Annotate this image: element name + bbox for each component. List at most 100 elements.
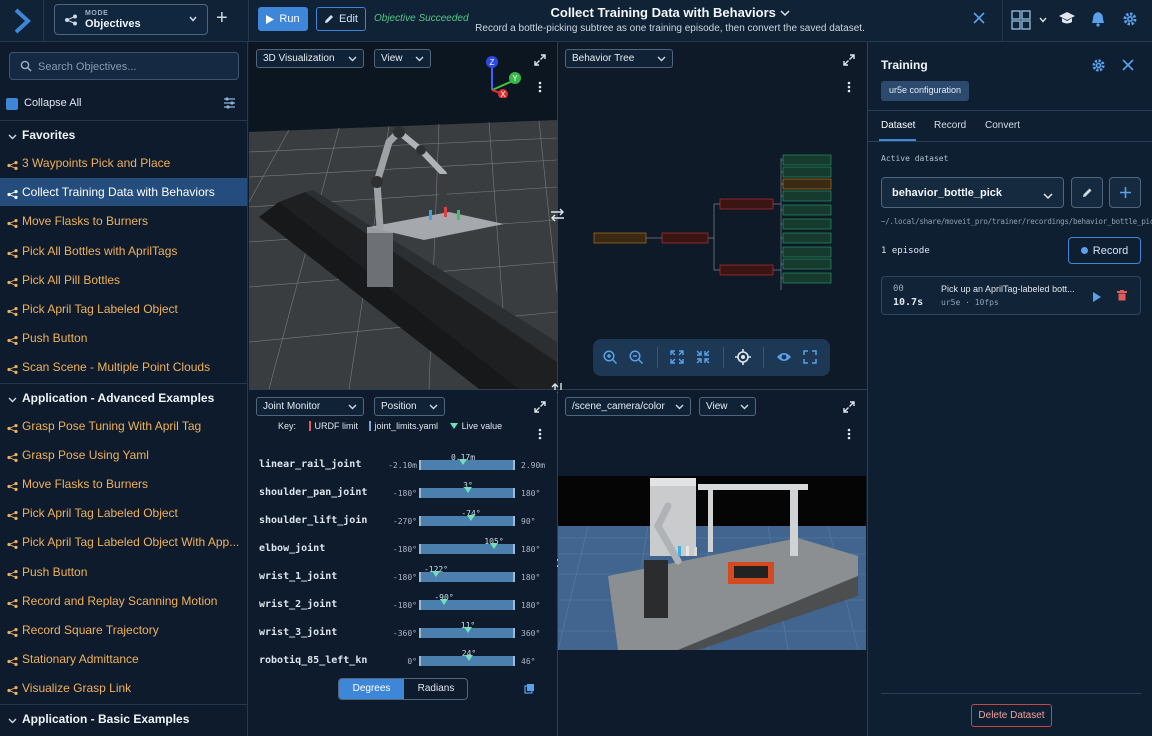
objective-item[interactable]: Move Flasks to Burners bbox=[0, 207, 247, 235]
objective-item[interactable]: Grasp Pose Tuning With April Tag bbox=[0, 412, 247, 440]
record-button[interactable]: Record bbox=[1068, 237, 1141, 264]
graduation-cap-icon[interactable] bbox=[1058, 11, 1076, 30]
behavior-tree-graph[interactable] bbox=[588, 152, 838, 292]
joint-row: robotiq_85_left_knu... 0°24° 46° bbox=[249, 649, 557, 670]
episode-row[interactable]: 00 10.7s Pick up an AprilTag-labeled bot… bbox=[881, 276, 1141, 315]
objective-item[interactable]: Stationary Admittance bbox=[0, 645, 247, 673]
objective-item[interactable]: 3 Waypoints Pick and Place bbox=[0, 149, 247, 177]
view-select[interactable]: View bbox=[374, 49, 431, 68]
app-logo[interactable] bbox=[0, 0, 44, 42]
objective-item[interactable]: Record and Replay Scanning Motion bbox=[0, 587, 247, 615]
objective-item[interactable]: Collect Training Data with Behaviors bbox=[0, 178, 247, 207]
objective-item-label: Push Button bbox=[22, 331, 88, 346]
tab-convert[interactable]: Convert bbox=[985, 120, 1020, 131]
degrees-button[interactable]: Degrees bbox=[339, 679, 404, 699]
rename-dataset-button[interactable] bbox=[1071, 177, 1103, 208]
close-icon[interactable] bbox=[972, 11, 986, 28]
collapse-arrows-icon[interactable] bbox=[696, 350, 710, 367]
objective-item[interactable]: Push Button bbox=[0, 324, 247, 352]
objective-item-label: Scan Scene - Multiple Point Clouds bbox=[22, 360, 211, 375]
expand-arrows-icon[interactable] bbox=[670, 350, 684, 367]
joint-name: elbow_joint bbox=[259, 543, 326, 554]
joint-row: elbow_joint -180° 105° 180° bbox=[249, 537, 557, 558]
camera-view-select[interactable]: View bbox=[699, 397, 756, 416]
chevron-down-icon[interactable] bbox=[1038, 14, 1048, 28]
expand-icon[interactable] bbox=[843, 54, 855, 69]
chevron-down-icon bbox=[415, 55, 424, 66]
delete-dataset-button[interactable]: Delete Dataset bbox=[971, 704, 1052, 727]
swap-horizontal-icon[interactable] bbox=[550, 208, 565, 225]
section-header[interactable]: Favorites bbox=[0, 120, 247, 148]
dataset-select[interactable]: behavior_bottle_pick bbox=[881, 177, 1064, 208]
tab-record[interactable]: Record bbox=[934, 120, 966, 131]
checkbox[interactable] bbox=[6, 98, 18, 110]
eye-icon[interactable] bbox=[776, 351, 792, 366]
collapse-all-toggle[interactable]: Collapse All bbox=[6, 96, 242, 112]
zoom-out-icon[interactable] bbox=[629, 350, 644, 368]
objective-item-label: Pick April Tag Labeled Object bbox=[22, 302, 178, 316]
mode-selector[interactable]: MODE Objectives bbox=[54, 4, 208, 35]
objective-item[interactable]: Pick All Pill Bottles bbox=[0, 266, 247, 294]
expand-icon[interactable] bbox=[534, 54, 546, 69]
chevron-down-icon bbox=[188, 13, 198, 27]
divider bbox=[248, 0, 249, 42]
objective-item[interactable]: Pick All Bottles with AprilTags bbox=[0, 237, 247, 265]
fullscreen-icon[interactable] bbox=[803, 350, 817, 367]
search-box[interactable] bbox=[9, 52, 239, 80]
live-value-marker bbox=[432, 571, 440, 577]
run-button[interactable]: Run bbox=[258, 7, 308, 31]
objective-item[interactable]: Pick April Tag Labeled Object With App..… bbox=[0, 528, 247, 556]
more-options-icon[interactable] bbox=[538, 428, 542, 443]
objective-item[interactable]: Scan Scene - Multiple Point Clouds bbox=[0, 353, 247, 381]
chevron-down-icon bbox=[429, 403, 438, 414]
joint-monitor-select[interactable]: Joint Monitor bbox=[256, 397, 364, 416]
radians-button[interactable]: Radians bbox=[404, 679, 467, 699]
bell-icon[interactable] bbox=[1091, 11, 1105, 30]
camera-topic-select[interactable]: /scene_camera/color bbox=[565, 397, 691, 416]
section-header[interactable]: Application - Advanced Examples bbox=[0, 382, 247, 411]
visualization-type-select[interactable]: 3D Visualization bbox=[256, 49, 364, 68]
settings-gear-icon[interactable] bbox=[1122, 11, 1138, 30]
chevron-down-icon bbox=[348, 403, 357, 414]
edit-button[interactable]: Edit bbox=[316, 7, 366, 31]
add-objective-button[interactable]: + bbox=[216, 8, 228, 28]
objective-item[interactable]: Grasp Pose Using Yaml bbox=[0, 441, 247, 469]
behavior-tree-select[interactable]: Behavior Tree bbox=[565, 49, 673, 68]
copy-icon[interactable] bbox=[524, 683, 535, 697]
camera-view-value: View bbox=[706, 401, 728, 412]
layout-grid-icon[interactable] bbox=[1011, 10, 1031, 33]
objective-item[interactable]: Push Button bbox=[0, 558, 247, 586]
objective-icon bbox=[7, 334, 18, 348]
chevron-down-icon bbox=[657, 55, 666, 66]
more-options-icon[interactable] bbox=[847, 428, 851, 443]
more-options-icon[interactable] bbox=[538, 81, 542, 96]
objective-item[interactable]: Visualize Grasp Link bbox=[0, 674, 247, 702]
tab-dataset[interactable]: Dataset bbox=[881, 120, 915, 131]
objective-title-row[interactable]: Collect Training Data with Behaviors bbox=[470, 5, 870, 20]
section-header[interactable]: Application - Basic Examples bbox=[0, 703, 247, 732]
zoom-in-icon[interactable] bbox=[603, 350, 618, 368]
expand-icon[interactable] bbox=[534, 401, 546, 416]
joint-max: 180° bbox=[521, 489, 541, 498]
objective-icon bbox=[7, 188, 18, 202]
objective-item[interactable]: Pick April Tag Labeled Object bbox=[0, 295, 247, 323]
joint-monitor-select-value: Joint Monitor bbox=[263, 401, 321, 412]
add-dataset-button[interactable] bbox=[1109, 177, 1141, 208]
trash-icon[interactable] bbox=[1117, 290, 1127, 304]
objective-item[interactable]: Record Square Trajectory bbox=[0, 616, 247, 644]
joint-range-bar: -90° bbox=[419, 593, 515, 610]
joint-min: -180° bbox=[392, 573, 417, 582]
crosshair-icon[interactable] bbox=[735, 349, 751, 368]
position-select[interactable]: Position bbox=[374, 397, 445, 416]
expand-icon[interactable] bbox=[843, 401, 855, 416]
play-icon[interactable] bbox=[1093, 291, 1101, 305]
search-input[interactable] bbox=[38, 58, 228, 76]
urdf-limit-swatch bbox=[308, 421, 311, 431]
objective-item[interactable]: Move Flasks to Burners bbox=[0, 470, 247, 498]
filter-sliders-icon[interactable] bbox=[223, 97, 236, 112]
settings-gear-icon[interactable] bbox=[1091, 58, 1106, 76]
close-icon[interactable] bbox=[1122, 59, 1134, 74]
objective-item[interactable]: Pick April Tag Labeled Object bbox=[0, 499, 247, 527]
more-options-icon[interactable] bbox=[847, 81, 851, 96]
chevron-down-icon bbox=[779, 10, 790, 17]
